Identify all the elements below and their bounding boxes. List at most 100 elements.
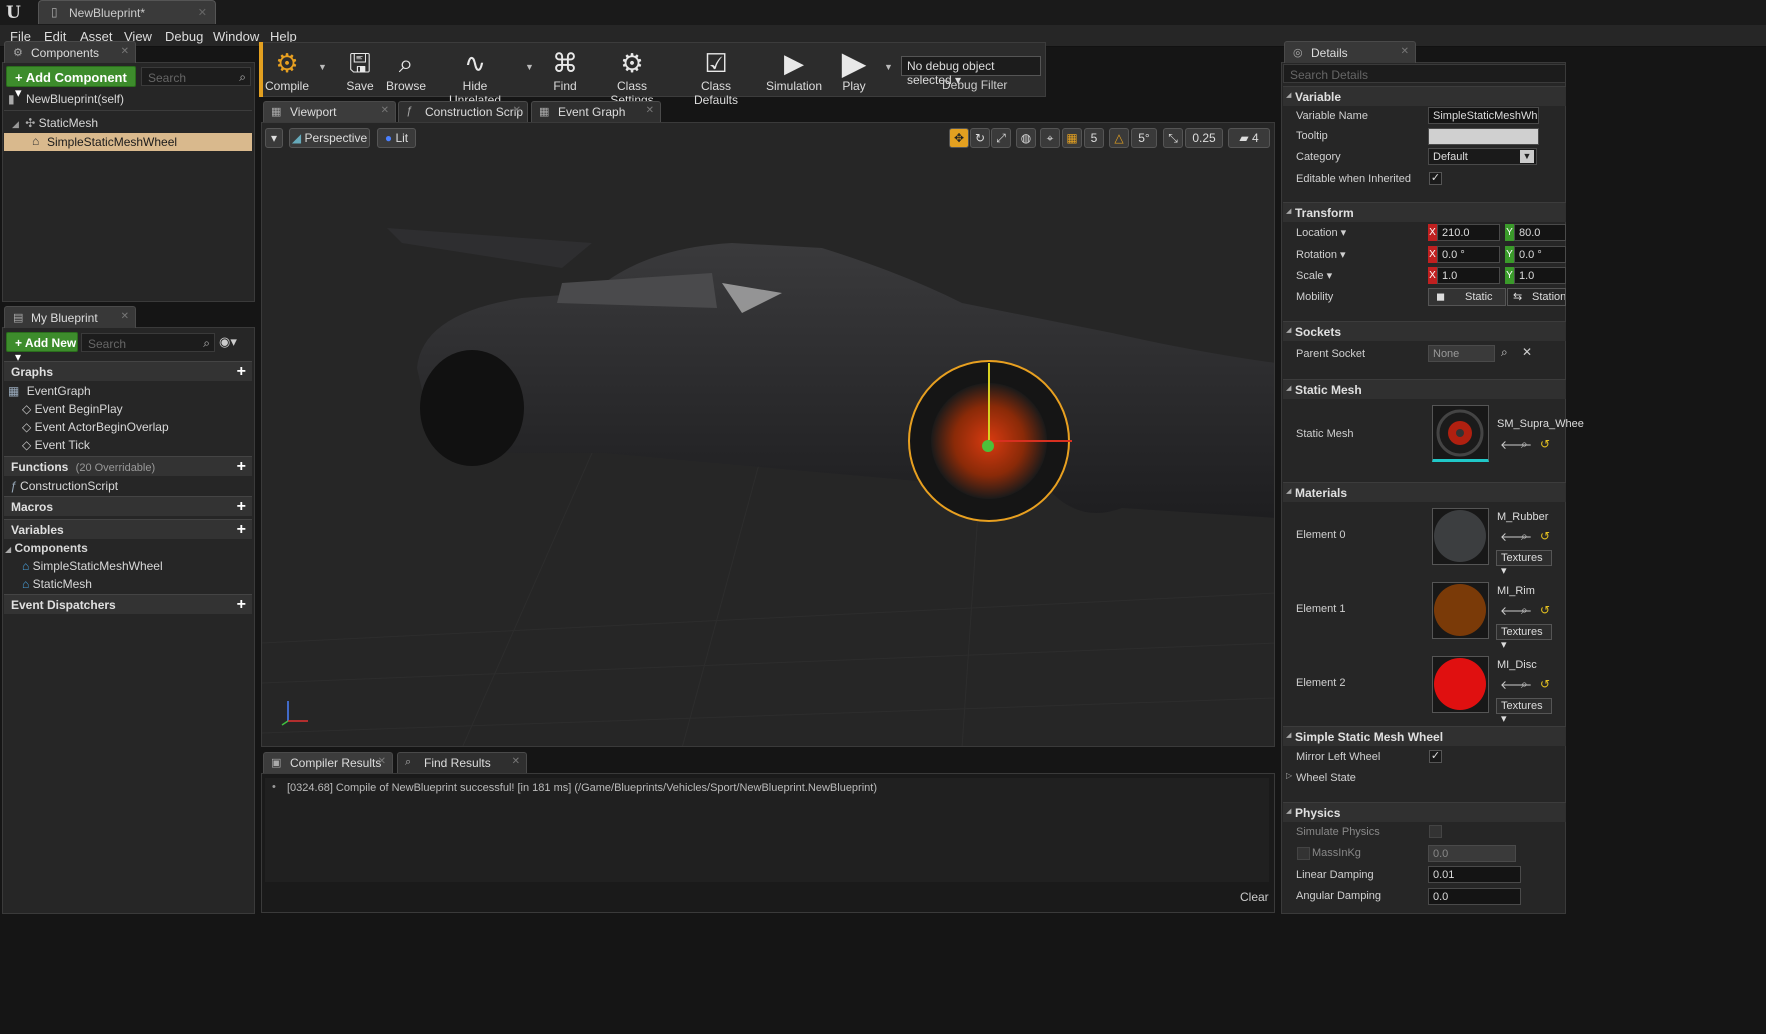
reset-arrow-icon[interactable]: ↺ — [1540, 529, 1550, 543]
rotation-snap-value[interactable]: 5° — [1131, 128, 1157, 148]
viewport[interactable] — [261, 122, 1275, 747]
close-icon[interactable]: ✕ — [121, 311, 129, 322]
save-button[interactable]: 🖫 Save — [342, 45, 378, 95]
function-item[interactable]: ƒ ConstructionScript — [10, 477, 118, 495]
variable-item[interactable]: ⌂ SimpleStaticMeshWheel — [22, 557, 163, 575]
variable-item[interactable]: ⌂ StaticMesh — [22, 575, 92, 593]
compile-dropdown-icon[interactable]: ▼ — [318, 62, 327, 72]
add-new-button[interactable]: + Add New ▾ — [6, 332, 78, 364]
components-category[interactable]: ◢ Components — [5, 539, 88, 557]
expand-arrow-icon[interactable]: ▷ — [1286, 771, 1292, 780]
document-tab[interactable]: ▯ NewBlueprint* ✕ — [38, 0, 216, 24]
camera-speed-button[interactable]: ▰ 4 — [1228, 128, 1270, 148]
browse-search-icon[interactable]: ⌕ — [1521, 603, 1528, 618]
parent-socket-field[interactable]: None — [1428, 345, 1495, 362]
class-defaults-button[interactable]: ☑ Class Defaults — [679, 45, 753, 107]
event-item[interactable]: ◇ Event Tick — [22, 436, 90, 454]
variable-name-field[interactable]: SimpleStaticMeshWhee — [1428, 107, 1539, 124]
mass-override-checkbox[interactable] — [1297, 847, 1310, 860]
rotation-x-field[interactable]: 0.0 ° — [1437, 246, 1500, 263]
reset-arrow-icon[interactable]: ↺ — [1540, 603, 1550, 617]
eye-visibility-icon[interactable]: ◉▾ — [219, 334, 237, 350]
materials-section-header[interactable]: Materials — [1283, 482, 1566, 502]
event-item[interactable]: ◇ Event ActorBeginOverlap — [22, 418, 169, 436]
reset-arrow-icon[interactable]: ↺ — [1540, 677, 1550, 691]
grid-snap-value[interactable]: 5 — [1084, 128, 1104, 148]
location-y-field[interactable]: 80.0 — [1514, 224, 1566, 241]
rotate-mode-icon[interactable]: ↻ — [970, 128, 990, 148]
simulate-physics-checkbox[interactable] — [1429, 825, 1442, 838]
event-dispatchers-header[interactable]: Event Dispatchers + — [4, 594, 252, 614]
textures-dropdown[interactable]: Textures ▾ — [1496, 698, 1552, 725]
scale-y-field[interactable]: 1.0 — [1514, 267, 1566, 284]
play-button[interactable]: ▶ Play — [834, 45, 874, 95]
browse-button[interactable]: ⌕ Browse — [384, 45, 428, 95]
debug-object-select[interactable]: No debug object selected ▾ — [901, 56, 1041, 87]
compile-message[interactable]: [0324.68] Compile of NewBlueprint succes… — [287, 782, 877, 794]
close-icon[interactable]: ✕ — [646, 105, 654, 116]
tree-item-staticmesh[interactable]: ◢ ✣ StaticMesh — [12, 114, 98, 132]
physics-section-header[interactable]: Physics — [1283, 802, 1566, 822]
search-icon[interactable]: ⌕ — [1501, 345, 1508, 360]
surface-snap-icon[interactable]: ⌖ — [1040, 128, 1060, 148]
world-local-icon[interactable]: ◍ — [1016, 128, 1036, 148]
location-label[interactable]: Location ▾ — [1296, 226, 1346, 239]
add-function-plus-icon[interactable]: + — [237, 458, 246, 476]
textures-dropdown[interactable]: Textures ▾ — [1496, 550, 1552, 577]
find-button[interactable]: ⌘ Find — [548, 45, 582, 95]
lit-button[interactable]: ● Lit — [377, 128, 416, 148]
linear-damping-field[interactable]: 0.01 — [1428, 866, 1521, 883]
tab-compiler-results[interactable]: ▣ Compiler Results ✕ — [263, 752, 393, 773]
close-icon[interactable]: ✕ — [121, 46, 129, 57]
scale-snap-icon[interactable]: ⤡ — [1163, 128, 1183, 148]
mass-field[interactable]: 0.0 — [1428, 845, 1516, 862]
scale-snap-value[interactable]: 0.25 — [1185, 128, 1223, 148]
material-thumbnail-2[interactable] — [1432, 656, 1489, 713]
location-x-field[interactable]: 210.0 — [1437, 224, 1500, 241]
event-item[interactable]: ◇ Event BeginPlay — [22, 400, 123, 418]
rotation-snap-icon[interactable]: △ — [1109, 128, 1129, 148]
transform-section-header[interactable]: Transform — [1283, 202, 1566, 222]
textures-dropdown[interactable]: Textures ▾ — [1496, 624, 1552, 651]
tab-construction-script[interactable]: ƒ Construction Scrip ✕ — [398, 101, 528, 122]
class-settings-button[interactable]: ⚙ Class Settings — [595, 45, 669, 107]
compile-button[interactable]: ⚙ Compile — [264, 45, 310, 95]
scale-x-field[interactable]: 1.0 — [1437, 267, 1500, 284]
static-mesh-thumbnail[interactable] — [1432, 405, 1489, 462]
tab-event-graph[interactable]: ▦ Event Graph ✕ — [531, 101, 661, 122]
mirror-left-wheel-checkbox[interactable]: ✓ — [1429, 750, 1442, 763]
tab-my-blueprint[interactable]: ▤ My Blueprint ✕ — [4, 306, 136, 328]
close-icon[interactable]: ✕ — [381, 105, 389, 116]
variables-header[interactable]: Variables + — [4, 519, 252, 539]
tree-item-selected[interactable]: ⌂ SimpleStaticMeshWheel — [4, 133, 252, 151]
viewport-options-button[interactable]: ▾ — [265, 128, 283, 148]
static-mesh-section-header[interactable]: Static Mesh — [1283, 379, 1566, 399]
close-icon[interactable]: ✕ — [1401, 46, 1409, 57]
rotation-label[interactable]: Rotation ▾ — [1296, 248, 1346, 261]
scale-mode-icon[interactable]: ⤢ — [991, 128, 1011, 148]
menu-window[interactable]: Window — [213, 29, 259, 44]
material-thumbnail-0[interactable] — [1432, 508, 1489, 565]
clear-x-icon[interactable]: ✕ — [1522, 345, 1532, 359]
add-dispatcher-plus-icon[interactable]: + — [237, 596, 246, 614]
add-variable-plus-icon[interactable]: + — [237, 521, 246, 539]
wheel-section-header[interactable]: Simple Static Mesh Wheel — [1283, 726, 1566, 746]
add-component-button[interactable]: + Add Component ▾ — [6, 66, 136, 100]
scale-label[interactable]: Scale ▾ — [1296, 269, 1332, 282]
close-icon[interactable]: ✕ — [513, 105, 521, 116]
functions-header[interactable]: Functions (20 Overridable) + — [4, 456, 252, 476]
add-macro-plus-icon[interactable]: + — [237, 498, 246, 516]
close-icon[interactable]: ✕ — [198, 6, 207, 19]
sockets-section-header[interactable]: Sockets — [1283, 321, 1566, 341]
details-search-input[interactable]: Search Details — [1283, 64, 1566, 83]
graph-item-eventgraph[interactable]: ▦ EventGraph — [8, 382, 91, 400]
clear-button[interactable]: Clear — [1240, 890, 1269, 904]
material-thumbnail-1[interactable] — [1432, 582, 1489, 639]
macros-header[interactable]: Macros + — [4, 496, 252, 516]
simulation-button[interactable]: ▶ Simulation — [765, 45, 823, 95]
menu-debug[interactable]: Debug — [165, 29, 203, 44]
mobility-static-button[interactable]: ◼ Static — [1428, 288, 1506, 306]
components-search-input[interactable]: Search ⌕ — [141, 67, 251, 86]
reset-arrow-icon[interactable]: ↺ — [1540, 437, 1550, 451]
rotation-y-field[interactable]: 0.0 ° — [1514, 246, 1566, 263]
